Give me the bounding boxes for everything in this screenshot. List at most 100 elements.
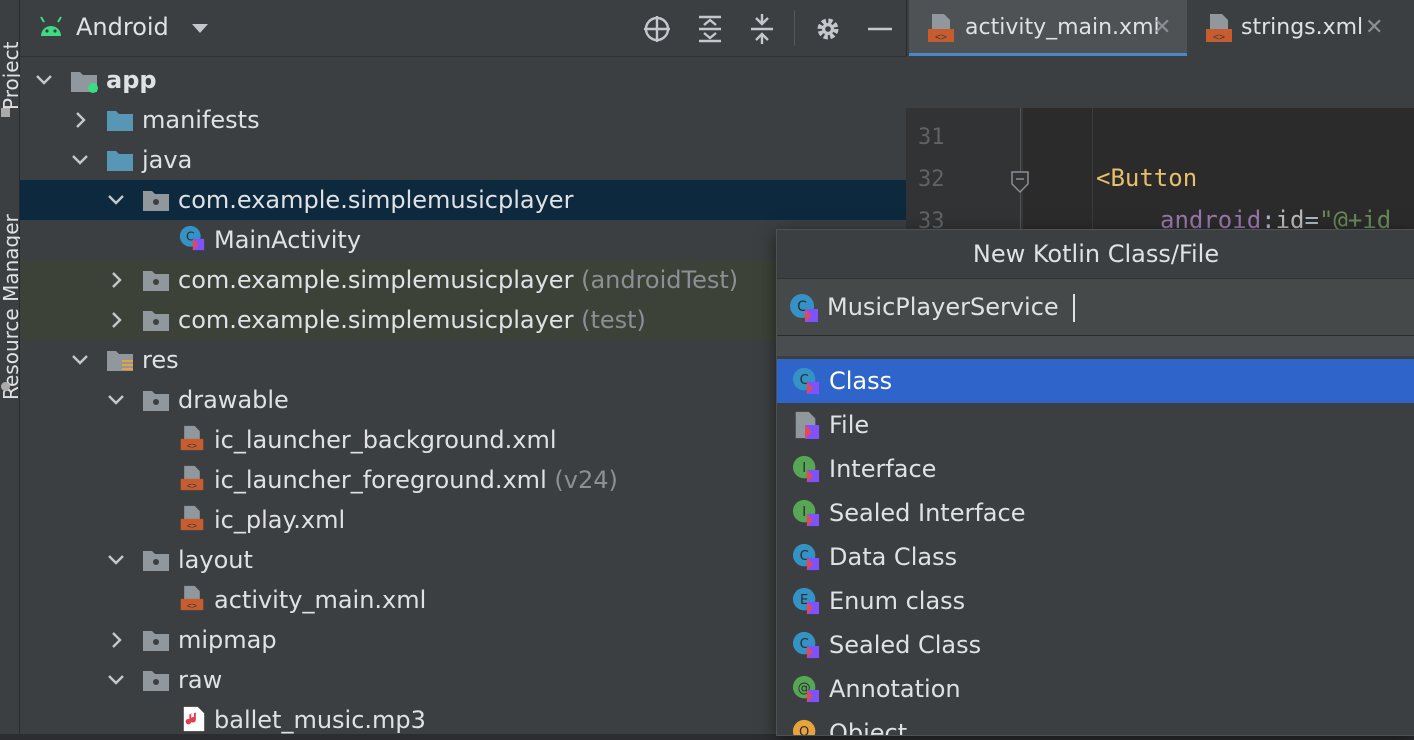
editor-tab-bar: <> activity_main.xml ✕ <> strings.xml ✕ xyxy=(906,0,1414,56)
chevron-down-icon[interactable] xyxy=(34,60,54,100)
tree-label: manifests xyxy=(142,106,260,134)
fold-marker-icon[interactable] xyxy=(1010,170,1030,194)
new-kotlin-class-dialog: New Kotlin Class/File C C Class File I I… xyxy=(776,229,1414,736)
chevron-right-icon[interactable] xyxy=(70,100,90,140)
tool-window-strip: Project Resource Manager xyxy=(0,0,23,734)
hide-panel-icon[interactable] xyxy=(865,14,895,44)
chevron-down-icon[interactable] xyxy=(106,180,126,220)
chevron-down-icon[interactable] xyxy=(192,24,208,33)
svg-text:<>: <> xyxy=(187,481,197,491)
locate-file-icon[interactable] xyxy=(642,14,672,44)
package-icon xyxy=(143,631,169,651)
package-icon xyxy=(143,551,169,571)
xml-file-icon: <> xyxy=(180,585,204,611)
tree-row-xml[interactable]: <> ic_launcher_foreground.xml (v24) xyxy=(20,460,906,500)
svg-text:<>: <> xyxy=(187,601,197,611)
xml-file-icon: <> xyxy=(1206,14,1232,43)
tree-label: mipmap xyxy=(178,626,277,654)
tree-row-layout[interactable]: layout xyxy=(20,540,906,580)
text-cursor xyxy=(1073,294,1075,322)
tree-row-mp3[interactable]: ballet_music.mp3 xyxy=(20,700,906,740)
tree-label: app xyxy=(106,66,157,94)
tree-label: raw xyxy=(178,666,223,694)
tree-row-app[interactable]: app xyxy=(20,60,906,100)
chevron-down-icon[interactable] xyxy=(70,140,90,180)
project-toolbar: Android xyxy=(20,0,906,57)
tree-label: MainActivity xyxy=(214,226,362,254)
tree-row-raw[interactable]: raw xyxy=(20,660,906,700)
android-icon xyxy=(40,16,62,36)
tab-activity-main[interactable]: <> activity_main.xml ✕ xyxy=(909,0,1187,56)
tree-label: com.example.simplemusicplayer xyxy=(178,186,574,214)
view-selector[interactable]: Android xyxy=(76,13,169,41)
object-icon: O xyxy=(792,719,816,735)
expand-all-icon[interactable] xyxy=(695,14,725,44)
code-tag: <Button xyxy=(1096,164,1198,192)
chevron-down-icon[interactable] xyxy=(70,340,90,380)
tree-suffix: (androidTest) xyxy=(581,266,739,294)
option-class[interactable]: C Class xyxy=(777,359,1414,403)
option-annotation[interactable]: @ Annotation xyxy=(777,667,1414,711)
svg-text:<>: <> xyxy=(187,441,197,451)
option-enum-class[interactable]: E Enum class xyxy=(777,579,1414,623)
close-icon[interactable]: ✕ xyxy=(1153,0,1171,56)
tree-row-package-androidtest[interactable]: com.example.simplemusicplayer (androidTe… xyxy=(20,260,906,300)
tree-row-xml[interactable]: <> ic_launcher_background.xml xyxy=(20,420,906,460)
tree-row-xml[interactable]: <> activity_main.xml xyxy=(20,580,906,620)
option-interface[interactable]: I Interface xyxy=(777,447,1414,491)
collapse-all-icon[interactable] xyxy=(747,14,777,44)
sealed-class-icon: C xyxy=(792,631,820,659)
tree-row-java[interactable]: java xyxy=(20,140,906,180)
svg-text:<>: <> xyxy=(187,521,197,531)
tree-label: ic_play.xml xyxy=(214,506,346,534)
tree-row-package-main[interactable]: com.example.simplemusicplayer xyxy=(20,180,906,220)
tree-row-xml[interactable]: <> ic_play.xml xyxy=(20,500,906,540)
class-name-input[interactable] xyxy=(827,287,1387,327)
editor-breadcrumb-bar xyxy=(906,56,1414,109)
package-icon xyxy=(143,271,169,291)
tree-label: ic_launcher_background.xml xyxy=(214,426,557,454)
tree-row-mainactivity[interactable]: C MainActivity xyxy=(20,220,906,260)
list-separator xyxy=(777,336,1414,356)
tree-row-package-test[interactable]: com.example.simplemusicplayer (test) xyxy=(20,300,906,340)
resource-manager-icon xyxy=(1,382,10,391)
class-icon: C xyxy=(792,367,820,395)
tree-label: layout xyxy=(178,546,253,574)
option-sealed-interface[interactable]: I Sealed Interface xyxy=(777,491,1414,535)
line-number: 32 xyxy=(918,167,945,192)
gear-icon[interactable] xyxy=(813,14,843,44)
kotlin-class-icon: C xyxy=(179,225,205,251)
package-icon xyxy=(143,391,169,411)
tree-row-mipmap[interactable]: mipmap xyxy=(20,620,906,660)
chevron-down-icon[interactable] xyxy=(106,540,126,580)
folder-icon xyxy=(107,111,133,131)
chevron-down-icon[interactable] xyxy=(106,660,126,700)
file-icon xyxy=(795,411,820,439)
project-tab-indicator xyxy=(1,108,10,117)
tree-label: ic_launcher_foreground.xml xyxy=(214,466,547,494)
option-label: Object xyxy=(829,719,908,736)
option-sealed-class[interactable]: C Sealed Class xyxy=(777,623,1414,667)
option-file[interactable]: File xyxy=(777,403,1414,447)
tree-row-res[interactable]: res xyxy=(20,340,906,380)
option-object[interactable]: O Object xyxy=(777,711,1414,736)
option-label: File xyxy=(829,411,870,439)
tab-strings[interactable]: <> strings.xml ✕ xyxy=(1189,0,1414,56)
toolbar-divider xyxy=(794,10,795,46)
package-icon xyxy=(143,311,169,331)
tree-row-manifests[interactable]: manifests xyxy=(20,100,906,140)
svg-text:I: I xyxy=(802,461,806,476)
line-number: 31 xyxy=(918,125,945,150)
tree-row-drawable[interactable]: drawable xyxy=(20,380,906,420)
chevron-down-icon[interactable] xyxy=(106,380,126,420)
chevron-right-icon[interactable] xyxy=(106,620,126,660)
name-input-row: C xyxy=(777,279,1414,336)
folder-icon xyxy=(107,151,133,171)
xml-file-icon: <> xyxy=(180,425,204,451)
chevron-right-icon[interactable] xyxy=(106,260,126,300)
chevron-right-icon[interactable] xyxy=(106,300,126,340)
data-class-icon: C xyxy=(792,543,820,571)
option-data-class[interactable]: C Data Class xyxy=(777,535,1414,579)
close-icon[interactable]: ✕ xyxy=(1365,0,1383,56)
option-label: Sealed Interface xyxy=(829,499,1026,527)
